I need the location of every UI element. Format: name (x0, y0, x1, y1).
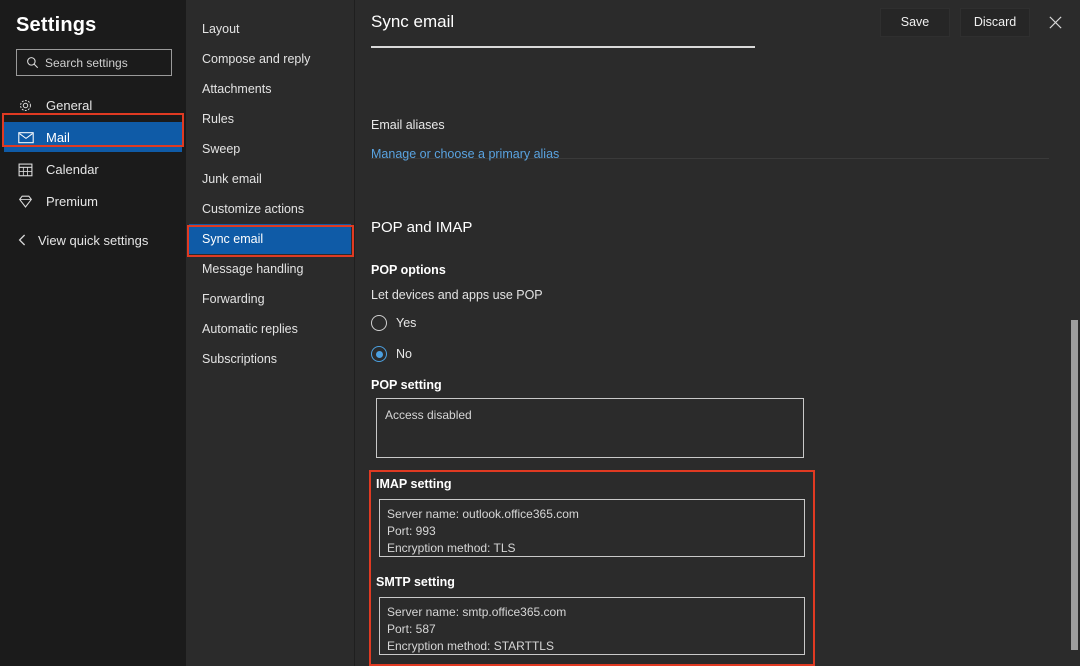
radio-option-yes[interactable]: Yes (371, 315, 416, 331)
imap-setting-heading: IMAP setting (376, 477, 452, 491)
settings-sidebar: Settings General (0, 0, 186, 666)
sidebar-item-label: Calendar (46, 161, 99, 177)
pane-title: Sync email (371, 12, 455, 31)
nav-item-subscriptions[interactable]: Subscriptions (186, 344, 354, 374)
header-actions: Save Discard (880, 7, 1070, 37)
pane-header: Sync email Save Discard (355, 0, 1080, 44)
nav-item-layout[interactable]: Layout (186, 14, 354, 44)
smtp-setting-heading: SMTP setting (376, 575, 455, 589)
sidebar-item-label: General (46, 97, 93, 113)
imap-server-name: Server name: outlook.office365.com (387, 507, 579, 521)
nav-item-sweep[interactable]: Sweep (186, 134, 354, 164)
discard-button[interactable]: Discard (960, 7, 1030, 37)
search-input[interactable] (45, 55, 165, 70)
pop-options-description: Let devices and apps use POP (371, 288, 543, 302)
radio-option-no[interactable]: No (371, 346, 412, 362)
nav-item-label: Message handling (202, 262, 304, 276)
nav-item-label: Automatic replies (202, 322, 298, 336)
radio-no-icon[interactable] (371, 346, 387, 362)
email-aliases-label: Email aliases (371, 118, 445, 132)
sidebar-item-general[interactable]: General (0, 90, 186, 120)
smtp-setting-textbox[interactable]: Server name: smtp.office365.com Port: 58… (379, 597, 805, 655)
chevron-left-icon (18, 234, 32, 246)
title-underline (371, 46, 755, 48)
settings-window: Settings General (0, 0, 1080, 666)
save-button[interactable]: Save (880, 7, 950, 37)
imap-setting-textbox[interactable]: Server name: outlook.office365.com Port:… (379, 499, 805, 557)
nav-item-label: Junk email (202, 172, 262, 186)
pop-options-heading: POP options (371, 263, 446, 277)
nav-item-label: Sync email (202, 232, 264, 246)
sidebar-item-label: Mail (46, 129, 70, 145)
nav-item-label: Customize actions (202, 202, 305, 216)
sidebar-nav-list: General Mail Calendar Premium (0, 90, 186, 216)
nav-item-label: Forwarding (202, 292, 265, 306)
sidebar-item-premium[interactable]: Premium (0, 186, 186, 216)
nav-item-label: Compose and reply (202, 52, 311, 66)
nav-item-message-handling[interactable]: Message handling (186, 254, 354, 284)
view-quick-settings-link[interactable]: View quick settings (0, 226, 186, 254)
nav-item-customize-actions[interactable]: Customize actions (186, 194, 354, 224)
scrollbar-thumb[interactable] (1071, 320, 1078, 650)
annotation-highlight-imap-smtp: IMAP setting Server name: outlook.office… (369, 470, 815, 666)
smtp-port: Port: 587 (387, 622, 436, 636)
view-quick-settings-label: View quick settings (38, 232, 149, 248)
smtp-server-name: Server name: smtp.office365.com (387, 605, 567, 619)
scrollbar[interactable] (1066, 0, 1080, 666)
nav-item-label: Layout (202, 22, 240, 36)
gear-icon (18, 98, 38, 113)
nav-item-sync-email[interactable]: Sync email (189, 224, 351, 254)
nav-item-junk-email[interactable]: Junk email (186, 164, 354, 194)
envelope-icon (18, 131, 38, 144)
nav-item-label: Rules (202, 112, 234, 126)
nav-item-label: Sweep (202, 142, 241, 156)
smtp-encryption-method: Encryption method: STARTTLS (387, 639, 554, 653)
page-title: Settings (16, 14, 97, 36)
nav-item-label: Attachments (202, 82, 272, 96)
imap-encryption-method: Encryption method: TLS (387, 541, 516, 555)
calendar-icon (18, 162, 38, 177)
sidebar-item-mail[interactable]: Mail (4, 122, 182, 152)
sidebar-item-calendar[interactable]: Calendar (0, 154, 186, 184)
radio-no-label: No (396, 347, 412, 361)
imap-port: Port: 993 (387, 524, 436, 538)
nav-item-attachments[interactable]: Attachments (186, 74, 354, 104)
nav-item-automatic-replies[interactable]: Automatic replies (186, 314, 354, 344)
sync-email-pane: Sync email Save Discard Email aliases Ma (355, 0, 1080, 666)
pop-setting-heading: POP setting (371, 378, 442, 392)
diamond-icon (18, 194, 38, 209)
nav-item-forwarding[interactable]: Forwarding (186, 284, 354, 314)
sidebar-item-label: Premium (46, 193, 99, 209)
pop-setting-textbox[interactable]: Access disabled (376, 398, 804, 458)
pop-setting-value: Access disabled (385, 408, 472, 422)
close-icon (1048, 15, 1063, 30)
nav-item-compose-and-reply[interactable]: Compose and reply (186, 44, 354, 74)
nav-item-rules[interactable]: Rules (186, 104, 354, 134)
pop-imap-heading: POP and IMAP (371, 219, 473, 236)
mail-settings-nav: Layout Compose and reply Attachments Rul… (186, 0, 355, 666)
search-icon (24, 56, 40, 69)
search-settings-box[interactable] (16, 49, 172, 76)
radio-yes-icon[interactable] (371, 315, 387, 331)
radio-yes-label: Yes (396, 316, 417, 330)
nav-item-label: Subscriptions (202, 352, 278, 366)
manage-primary-alias-link[interactable]: Manage or choose a primary alias (371, 147, 559, 161)
